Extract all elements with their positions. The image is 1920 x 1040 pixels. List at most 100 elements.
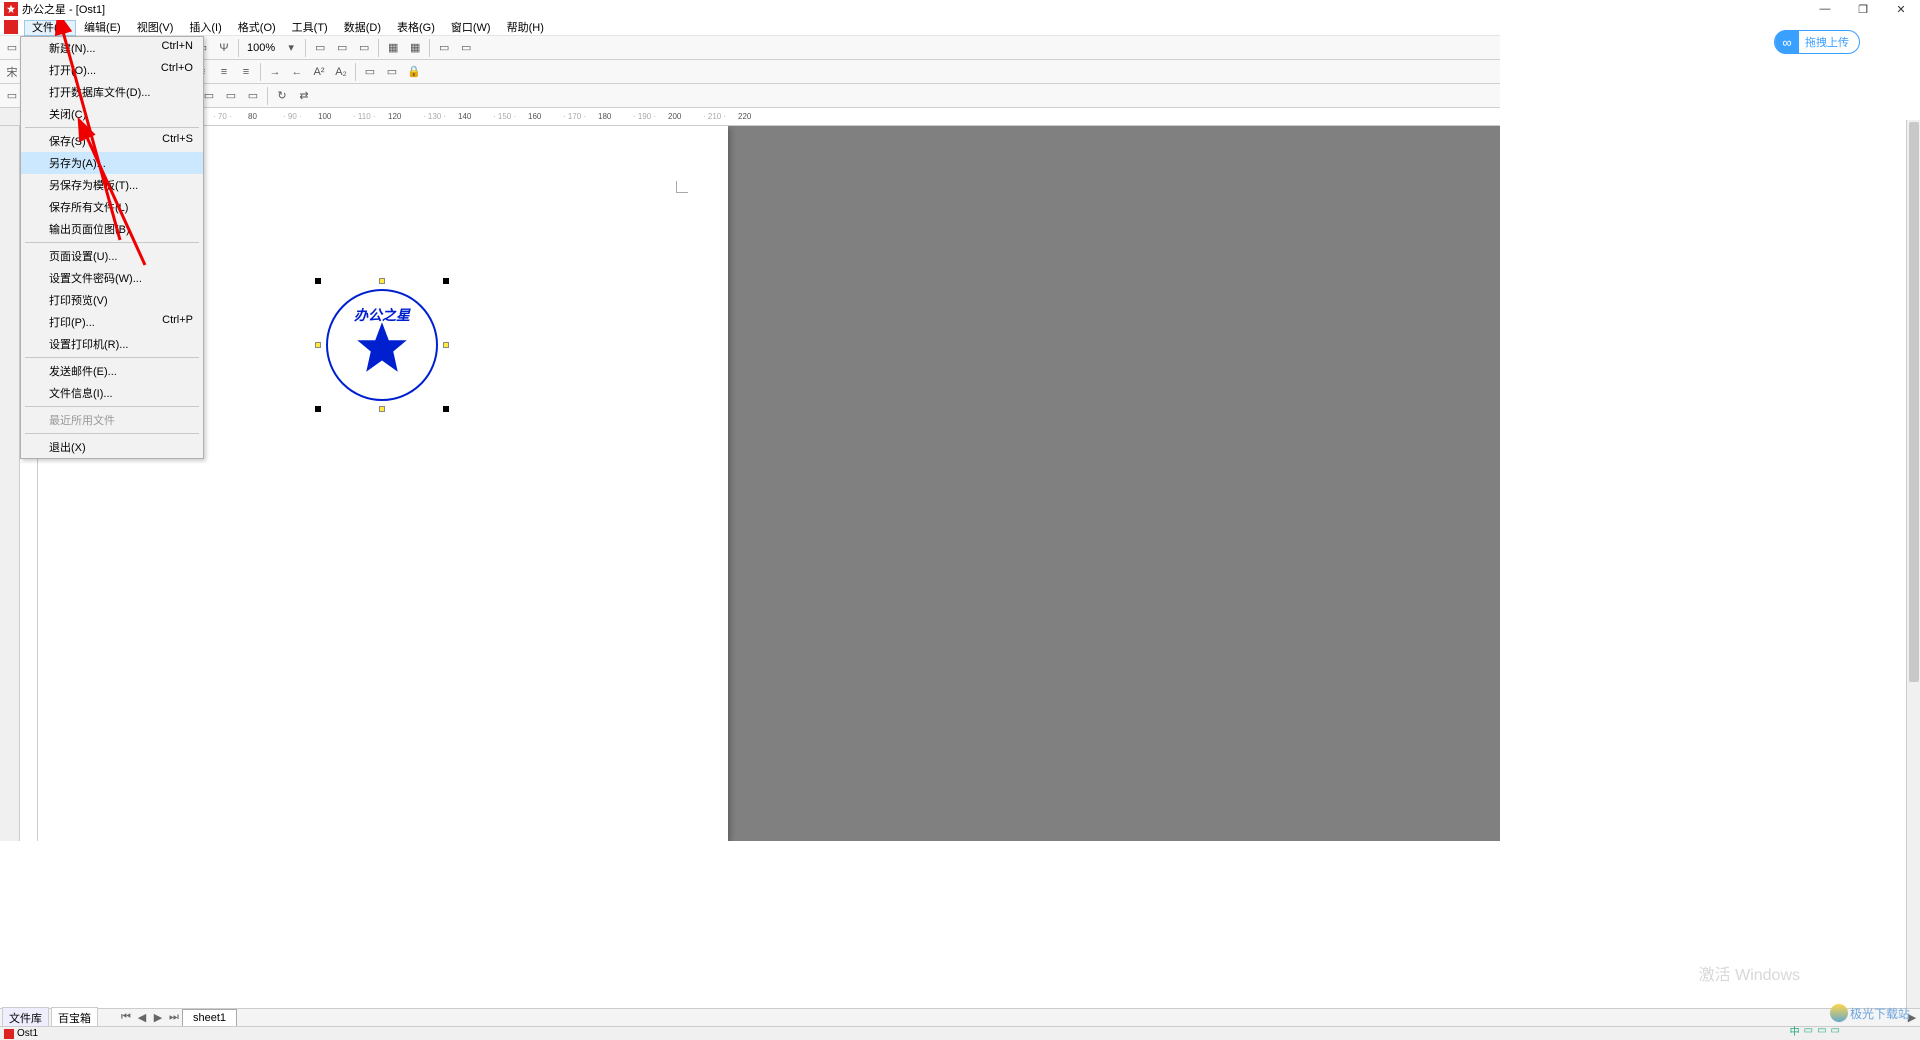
layout2-icon[interactable]: ▭ [332, 38, 352, 58]
selection-handle[interactable] [443, 278, 449, 284]
menu-视图[interactable]: 视图(V) [129, 20, 182, 36]
left-panel-strip [0, 126, 20, 841]
window-controls: — ❐ ✕ [1806, 0, 1920, 18]
globe-icon [1830, 1004, 1848, 1022]
selection-handle[interactable] [443, 342, 449, 348]
menu-item[interactable]: 保存(S)Ctrl+S [21, 130, 203, 152]
rotate-icon[interactable]: ↻ [272, 86, 292, 106]
menu-item[interactable]: 打印预览(V) [21, 289, 203, 311]
selection-handle[interactable] [315, 406, 321, 412]
menu-item[interactable]: 打开(O)...Ctrl+O [21, 59, 203, 81]
menu-文件[interactable]: 文件(F) [24, 20, 76, 36]
menu-item[interactable]: 新建(N)...Ctrl+N [21, 37, 203, 59]
sheet-nav-last-icon[interactable]: ⏭ [166, 1011, 182, 1024]
document-icon [4, 20, 18, 34]
layout-icon[interactable]: ▭ [310, 38, 330, 58]
vertical-scrollbar[interactable] [1906, 120, 1920, 1008]
align-justify-icon[interactable]: ≡ [214, 62, 234, 82]
grid-icon[interactable]: ▦ [383, 38, 403, 58]
zoom-dropdown-icon[interactable]: ▾ [281, 38, 301, 58]
menu-item[interactable]: 发送邮件(E)... [21, 360, 203, 382]
misc4-icon[interactable]: ▭ [382, 62, 402, 82]
maximize-button[interactable]: ❐ [1844, 0, 1882, 18]
menu-格式[interactable]: 格式(O) [230, 20, 284, 36]
title-bar: 办公之星 - [Ost1] [0, 0, 1500, 18]
tray-icon: ▭ [1804, 1025, 1813, 1036]
new-icon[interactable]: ▭ [2, 38, 22, 58]
font-icon[interactable]: 宋 [2, 62, 22, 82]
menu-item[interactable]: 保存所有文件(L) [21, 196, 203, 218]
site-watermark: 极光下载站 [1830, 1004, 1910, 1022]
menu-item[interactable]: 另保存为模板(T)... [21, 174, 203, 196]
menu-工具[interactable]: 工具(T) [284, 20, 336, 36]
cloud-upload-icon: ∞ [1775, 30, 1799, 54]
selection-handle[interactable] [315, 278, 321, 284]
menu-表格[interactable]: 表格(G) [389, 20, 443, 36]
menu-item[interactable]: 打开数据库文件(D)... [21, 81, 203, 103]
file-menu-dropdown: 新建(N)...Ctrl+N打开(O)...Ctrl+O打开数据库文件(D)..… [20, 36, 204, 459]
app-icon [4, 2, 18, 16]
layout3-icon[interactable]: ▭ [354, 38, 374, 58]
menu-帮助[interactable]: 帮助(H) [499, 20, 552, 36]
menu-item[interactable]: 页面设置(U)... [21, 245, 203, 267]
toolbar-row-3: ▭ ▭ — ┈ ▭ ▭ ▭ ▭ ▭ ▭ ▭ ↻ ⇄ [0, 84, 1500, 108]
menu-编辑[interactable]: 编辑(E) [76, 20, 129, 36]
menu-item[interactable]: 另存为(A)... [21, 152, 203, 174]
symbol-icon[interactable]: Ψ [214, 38, 234, 58]
menu-item[interactable]: 打印(P)...Ctrl+P [21, 311, 203, 333]
menu-item[interactable]: 文件信息(I)... [21, 382, 203, 404]
sup-icon[interactable]: A² [309, 62, 329, 82]
sheet-tab[interactable]: sheet1 [182, 1009, 237, 1027]
indent-icon[interactable]: → [265, 62, 285, 82]
close-button[interactable]: ✕ [1882, 0, 1920, 18]
sheet-nav-prev-icon[interactable]: ◀ [134, 1011, 150, 1024]
system-tray: 中 ▭ ▭ ▭ [1790, 1023, 1840, 1038]
status-bar: Ost1 [0, 1026, 1920, 1040]
outdent-icon[interactable]: ← [287, 62, 307, 82]
canvas-area[interactable]: 办公之星 [38, 126, 1500, 841]
toolbar-row-2: 宋 B I U A ▭ ≡ ≡ ≡ ≡ ≡ → ← A² A₂ ▭ ▭ 🔒 [0, 60, 1500, 84]
status-document-name: Ost1 [17, 1028, 38, 1039]
menu-item[interactable]: 输出页面位图(B) [21, 218, 203, 240]
margin-mark-icon [676, 181, 688, 193]
sheet-nav-next-icon[interactable]: ▶ [150, 1011, 166, 1024]
stamp-selection[interactable]: 办公之星 [318, 281, 446, 409]
menu-数据[interactable]: 数据(D) [336, 20, 389, 36]
menu-item[interactable]: 设置打印机(R)... [21, 333, 203, 355]
sub-icon[interactable]: A₂ [331, 62, 351, 82]
menu-插入[interactable]: 插入(I) [181, 20, 229, 36]
windows-activation-text: 激活 Windows [1699, 961, 1800, 985]
status-app-icon [4, 1029, 14, 1039]
menu-item[interactable]: 关闭(C) [21, 103, 203, 125]
align-dist-icon[interactable]: ≡ [236, 62, 256, 82]
selection-handle[interactable] [443, 406, 449, 412]
back-icon[interactable]: ▭ [243, 86, 263, 106]
flip-icon[interactable]: ⇄ [294, 86, 314, 106]
toolbar-row-1: ▭ ▭ ▭ ↶ ↷ ▦ ▭ ▭ ▭ Ψ 100% ▾ ▭ ▭ ▭ ▦ ▦ ▭ ▭ [0, 36, 1500, 60]
sheet-nav-first-icon[interactable]: ⏮ [118, 1011, 134, 1024]
misc-icon[interactable]: ▭ [434, 38, 454, 58]
grid2-icon[interactable]: ▦ [405, 38, 425, 58]
menu-窗口[interactable]: 窗口(W) [443, 20, 499, 36]
zoom-combo[interactable]: 100% [243, 42, 279, 54]
horizontal-ruler-row: 20· 30 ·40· 50 ·60· 70 ·80· 90 ·100· 110… [0, 108, 1500, 126]
scrollbar-thumb[interactable] [1909, 122, 1919, 682]
misc3-icon[interactable]: ▭ [360, 62, 380, 82]
menu-bar: 文件(F)编辑(E)视图(V)插入(I)格式(O)工具(T)数据(D)表格(G)… [0, 18, 1500, 36]
tray-icon: ▭ [1817, 1025, 1826, 1036]
misc2-icon[interactable]: ▭ [456, 38, 476, 58]
shape-icon[interactable]: ▭ [2, 86, 22, 106]
stamp-circle-shape[interactable]: 办公之星 [326, 289, 438, 401]
upload-button[interactable]: ∞ 拖拽上传 [1774, 30, 1860, 54]
stamp-star-icon [355, 320, 409, 374]
work-area: 办公之星 [0, 126, 1500, 841]
menu-item[interactable]: 设置文件密码(W)... [21, 267, 203, 289]
front-icon[interactable]: ▭ [221, 86, 241, 106]
lock-icon[interactable]: 🔒 [404, 62, 424, 82]
selection-handle[interactable] [315, 342, 321, 348]
tray-icon: 中 [1790, 1023, 1800, 1038]
minimize-button[interactable]: — [1806, 0, 1844, 18]
selection-handle[interactable] [379, 278, 385, 284]
selection-handle[interactable] [379, 406, 385, 412]
menu-item[interactable]: 退出(X) [21, 436, 203, 458]
